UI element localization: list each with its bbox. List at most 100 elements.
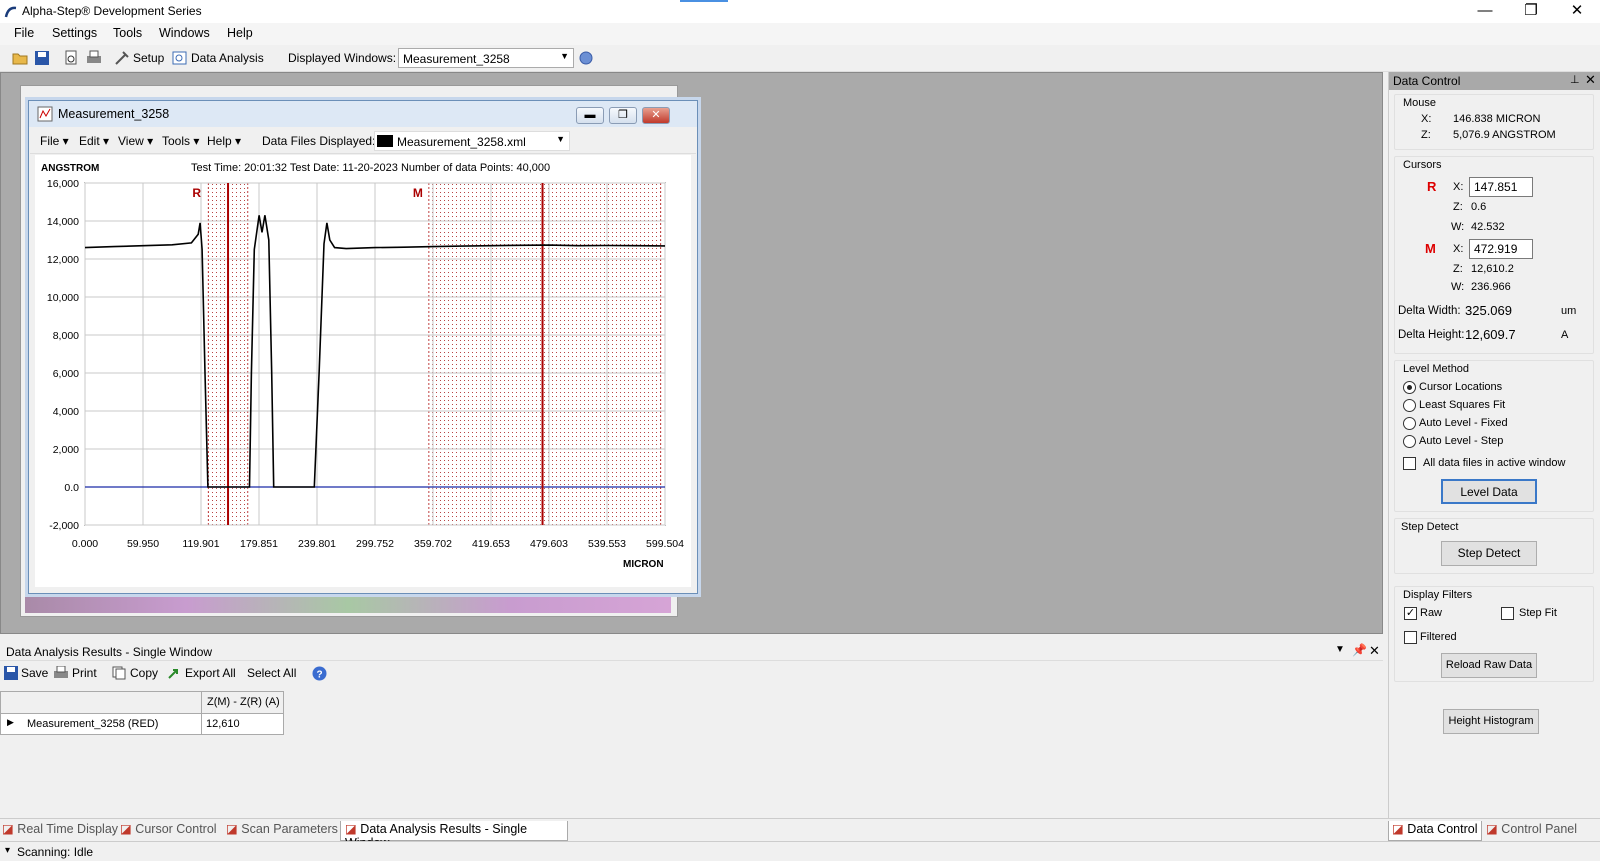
cursor-m-x-input[interactable] xyxy=(1469,239,1533,259)
displayed-windows-combo[interactable]: Measurement_3258 ▼ xyxy=(398,48,574,68)
pin-icon[interactable]: 📌 xyxy=(1352,643,1367,657)
cursor-m-marker: M xyxy=(413,186,423,200)
measurement-minimize-button[interactable]: ▬ xyxy=(576,107,604,124)
mouse-x-value: 146.838 MICRON xyxy=(1453,113,1541,125)
save-icon[interactable] xyxy=(34,50,50,66)
data-analysis-button[interactable]: Data Analysis xyxy=(191,51,264,65)
mmenu-file[interactable]: File ▾ xyxy=(40,134,69,148)
mouse-z-value: 5,076.9 ANGSTROM xyxy=(1453,129,1556,141)
results-copy-button[interactable]: Copy xyxy=(130,666,158,680)
results-grid: Z(M) - Z(R) (A) ▶ Measurement_3258 (RED)… xyxy=(0,691,284,735)
maximize-button[interactable]: ❐ xyxy=(1508,0,1554,23)
tab-control-panel[interactable]: ◪ Control Panel xyxy=(1486,821,1577,841)
row-expander-icon[interactable]: ▶ xyxy=(7,717,14,728)
window-title: Alpha-Step® Development Series xyxy=(22,4,202,18)
radio-icon xyxy=(1403,435,1416,448)
display-filters-group: Display Filters ✓ Raw Step Fit Filtered … xyxy=(1394,586,1594,682)
tab-scan-parameters[interactable]: ◪ Scan Parameters xyxy=(226,821,338,841)
menu-help[interactable]: Help xyxy=(227,26,253,40)
menu-settings[interactable]: Settings xyxy=(52,26,97,40)
tab-data-analysis-results[interactable]: ◪ Data Analysis Results - Single Window xyxy=(340,821,568,850)
data-analysis-icon[interactable] xyxy=(172,50,188,66)
x-tick-label: 599.504 xyxy=(646,538,684,550)
displayed-windows-label: Displayed Windows: xyxy=(288,51,397,65)
pin-icon[interactable]: ⊥ xyxy=(1570,73,1580,86)
mmenu-edit[interactable]: Edit ▾ xyxy=(79,134,109,148)
r-w-label: W: xyxy=(1451,221,1465,233)
cursor-r-marker: R xyxy=(192,186,201,200)
refresh-windows-icon[interactable] xyxy=(578,50,594,66)
profile-chart[interactable]: 0.000 59.950 119.901 179.851 239.801 299.752 3… xyxy=(35,155,691,587)
displayed-windows-value: Measurement_3258 xyxy=(403,52,510,66)
results-select-all-button[interactable]: Select All xyxy=(247,666,296,680)
mmenu-view[interactable]: View ▾ xyxy=(118,134,153,148)
delta-width-unit: um xyxy=(1561,305,1577,317)
delta-height-value: 12,609.7 xyxy=(1465,327,1516,342)
close-icon[interactable]: ✕ xyxy=(1369,643,1380,659)
series-color-swatch xyxy=(377,135,393,147)
print-icon xyxy=(54,666,68,678)
cursor-m-z-value: 12,610.2 xyxy=(1471,263,1514,275)
svg-text:?: ? xyxy=(317,670,323,681)
height-histogram-button[interactable]: Height Histogram xyxy=(1443,709,1539,734)
x-tick-label: 299.752 xyxy=(356,538,394,550)
y-tick-label: -2,000 xyxy=(49,520,79,532)
dropdown-icon[interactable]: ▼ xyxy=(1335,644,1345,655)
cursor-r-z-value: 0.6 xyxy=(1471,201,1487,213)
tab-cursor-control[interactable]: ◪ Cursor Control xyxy=(120,821,217,841)
r-z-label: Z: xyxy=(1453,201,1463,213)
checkbox-icon xyxy=(1404,631,1417,644)
y-tick-label: 10,000 xyxy=(47,292,79,304)
minimize-button[interactable]: — xyxy=(1462,0,1508,23)
print-preview-icon[interactable] xyxy=(63,50,79,66)
delta-height-label: Delta Height: xyxy=(1398,329,1465,341)
tab-real-time-display[interactable]: ◪ Real Time Display xyxy=(2,821,118,841)
checkbox-checked-icon: ✓ xyxy=(1404,607,1417,620)
export-icon xyxy=(168,669,178,679)
plot-panel: ANGSTROM Test Time: 20:01:32 Test Date: … xyxy=(35,155,691,587)
mouse-x-label: X: xyxy=(1421,113,1432,125)
measurement-close-button[interactable]: ✕ xyxy=(642,107,670,124)
measurement-title: Measurement_3258 xyxy=(58,107,170,121)
mmenu-help[interactable]: Help ▾ xyxy=(207,134,241,148)
measurement-restore-button[interactable]: ❐ xyxy=(609,107,637,124)
reload-raw-data-button[interactable]: Reload Raw Data xyxy=(1441,653,1537,678)
results-export-all-button[interactable]: Export All xyxy=(185,666,236,680)
close-button[interactable]: ✕ xyxy=(1554,0,1600,23)
menu-tools[interactable]: Tools xyxy=(113,26,142,40)
m-w-label: W: xyxy=(1451,281,1465,293)
print-icon[interactable] xyxy=(86,50,102,66)
results-print-button[interactable]: Print xyxy=(72,666,97,680)
chevron-down-icon: ▼ xyxy=(556,134,565,144)
delta-width-value: 325.069 xyxy=(1465,303,1512,318)
results-column-header[interactable]: Z(M) - Z(R) (A) xyxy=(201,692,283,714)
cursor-r-x-input[interactable] xyxy=(1469,177,1533,197)
cursor-r-w-value: 42.532 xyxy=(1471,221,1505,233)
help-icon[interactable]: ? xyxy=(312,666,327,681)
radio-icon xyxy=(1403,417,1416,430)
menu-windows[interactable]: Windows xyxy=(159,26,210,40)
tab-data-control[interactable]: ◪ Data Control xyxy=(1388,821,1482,841)
setup-button[interactable]: Setup xyxy=(133,51,164,65)
level-data-button[interactable]: Level Data xyxy=(1441,479,1537,504)
data-files-combo[interactable]: Measurement_3258.xml ▼ xyxy=(374,131,570,151)
x-tick-label: 359.702 xyxy=(414,538,452,550)
open-folder-icon[interactable] xyxy=(12,50,28,66)
setup-icon[interactable] xyxy=(114,50,130,66)
status-bar: ▾ Scanning: Idle xyxy=(0,841,1600,861)
menu-file[interactable]: File xyxy=(14,26,34,40)
status-expander-icon[interactable]: ▾ xyxy=(5,845,10,856)
cursors-group: Cursors R X: Z: 0.6 W: 42.532 M X: Z: 12… xyxy=(1394,156,1594,354)
table-row[interactable]: ▶ Measurement_3258 (RED) 12,610 xyxy=(1,714,283,735)
radio-icon xyxy=(1403,399,1416,412)
chevron-down-icon: ▼ xyxy=(560,51,569,61)
mmenu-tools[interactable]: Tools ▾ xyxy=(162,134,199,148)
radio-selected-icon xyxy=(1403,381,1416,394)
y-tick-label: 0.0 xyxy=(64,482,79,494)
cursor-r-label: R xyxy=(1427,179,1437,194)
row-value: 12,610 xyxy=(206,718,240,730)
step-detect-button[interactable]: Step Detect xyxy=(1441,541,1537,566)
close-icon[interactable]: ✕ xyxy=(1585,72,1596,88)
measurement-menu-bar: File ▾ Edit ▾ View ▾ Tools ▾ Help ▾ Data… xyxy=(30,128,696,154)
results-save-button[interactable]: Save xyxy=(21,666,48,680)
